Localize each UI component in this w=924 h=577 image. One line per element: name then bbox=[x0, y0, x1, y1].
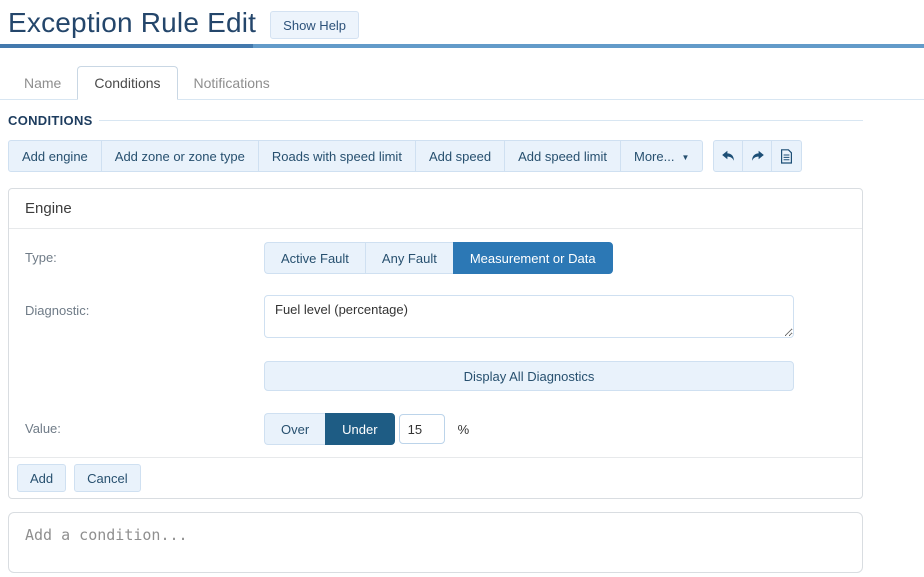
conditions-content: CONDITIONS Add engine Add zone or zone t… bbox=[8, 113, 863, 573]
diagnostic-row: Diagnostic: Fuel level (percentage) bbox=[25, 295, 846, 338]
value-controls: Over Under % bbox=[264, 413, 469, 445]
tab-bar: Name Conditions Notifications bbox=[0, 66, 924, 100]
value-label: Value: bbox=[25, 413, 264, 436]
redo-icon bbox=[750, 150, 765, 163]
diagnostic-label: Diagnostic: bbox=[25, 295, 264, 318]
engine-panel-title: Engine bbox=[9, 189, 862, 229]
title-underline bbox=[0, 44, 924, 48]
add-condition-placeholder: Add a condition... bbox=[25, 526, 188, 544]
add-speed-limit-button[interactable]: Add speed limit bbox=[505, 141, 621, 171]
add-engine-button[interactable]: Add engine bbox=[9, 141, 102, 171]
tab-conditions[interactable]: Conditions bbox=[77, 66, 177, 100]
add-condition-box[interactable]: Add a condition... bbox=[8, 512, 863, 573]
tab-notifications[interactable]: Notifications bbox=[178, 67, 286, 99]
more-button[interactable]: More... ▼ bbox=[621, 141, 702, 171]
type-option-any-fault[interactable]: Any Fault bbox=[365, 242, 453, 274]
undo-button[interactable] bbox=[714, 141, 743, 171]
page-title: Exception Rule Edit bbox=[8, 5, 256, 41]
document-icon bbox=[780, 149, 793, 164]
engine-panel: Engine Type: Active Fault Any Fault Meas… bbox=[8, 188, 863, 499]
conditions-legend: CONDITIONS bbox=[8, 113, 93, 128]
value-input[interactable] bbox=[399, 414, 445, 444]
type-row: Type: Active Fault Any Fault Measurement… bbox=[25, 242, 846, 274]
redo-button[interactable] bbox=[743, 141, 772, 171]
value-unit: % bbox=[458, 422, 470, 437]
cancel-button[interactable]: Cancel bbox=[74, 464, 140, 492]
page-header: Exception Rule Edit Show Help bbox=[0, 0, 924, 41]
undo-icon bbox=[721, 150, 736, 163]
add-condition-button-group: Add engine Add zone or zone type Roads w… bbox=[8, 140, 703, 172]
display-diagnostics-row: Display All Diagnostics bbox=[25, 361, 846, 391]
roads-speed-limit-button[interactable]: Roads with speed limit bbox=[259, 141, 416, 171]
add-button[interactable]: Add bbox=[17, 464, 66, 492]
display-all-diagnostics-button[interactable]: Display All Diagnostics bbox=[264, 361, 794, 391]
document-button[interactable] bbox=[772, 141, 801, 171]
engine-panel-body: Type: Active Fault Any Fault Measurement… bbox=[9, 242, 862, 457]
engine-panel-footer: Add Cancel bbox=[9, 457, 862, 498]
over-under-segmented-control: Over Under bbox=[264, 413, 395, 445]
chevron-down-icon: ▼ bbox=[681, 153, 689, 162]
diagnostic-textarea[interactable]: Fuel level (percentage) bbox=[264, 295, 794, 338]
title-underline-accent bbox=[0, 44, 253, 48]
value-option-over[interactable]: Over bbox=[264, 413, 325, 445]
add-speed-button[interactable]: Add speed bbox=[416, 141, 505, 171]
type-option-active-fault[interactable]: Active Fault bbox=[264, 242, 365, 274]
type-segmented-control: Active Fault Any Fault Measurement or Da… bbox=[264, 242, 613, 274]
add-zone-button[interactable]: Add zone or zone type bbox=[102, 141, 259, 171]
display-diagnostics-spacer bbox=[25, 361, 264, 369]
history-button-group bbox=[713, 140, 802, 172]
value-row: Value: Over Under % bbox=[25, 413, 846, 445]
show-help-button[interactable]: Show Help bbox=[270, 11, 359, 39]
tab-name[interactable]: Name bbox=[8, 67, 77, 99]
type-option-measurement[interactable]: Measurement or Data bbox=[453, 242, 613, 274]
conditions-toolbar: Add engine Add zone or zone type Roads w… bbox=[8, 140, 863, 172]
type-label: Type: bbox=[25, 242, 264, 265]
value-option-under[interactable]: Under bbox=[325, 413, 394, 445]
conditions-legend-line bbox=[99, 120, 863, 121]
conditions-legend-row: CONDITIONS bbox=[8, 113, 863, 128]
more-button-label: More... bbox=[634, 149, 674, 164]
